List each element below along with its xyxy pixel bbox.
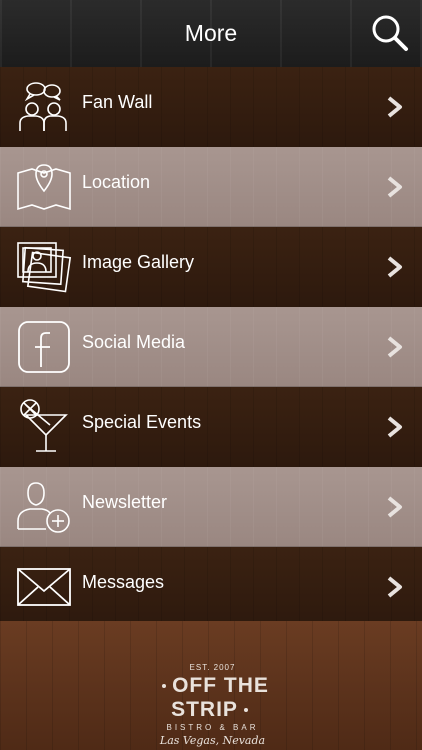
page-title: More bbox=[184, 20, 238, 46]
menu-item-label: Image Gallery bbox=[82, 252, 195, 272]
search-icon bbox=[372, 15, 408, 51]
menu-item-label: Messages bbox=[82, 572, 165, 592]
logo-est: EST. 2007 bbox=[189, 663, 236, 672]
menu-list: Fan Wall Location Image Gallery Social M… bbox=[0, 67, 422, 627]
menu-item-label: Social Media bbox=[82, 332, 186, 352]
menu-item-location[interactable]: Location bbox=[0, 147, 422, 227]
map-pin-icon bbox=[17, 164, 71, 211]
logo-city: Las Vegas, Nevada bbox=[159, 734, 266, 747]
menu-item-fan-wall[interactable]: Fan Wall bbox=[0, 67, 422, 147]
chevron-right-icon bbox=[387, 336, 402, 358]
users-chat-icon bbox=[19, 82, 67, 131]
menu-item-newsletter[interactable]: Newsletter bbox=[0, 467, 422, 547]
facebook-icon bbox=[18, 321, 70, 373]
chevron-right-icon bbox=[387, 176, 402, 198]
chevron-right-icon bbox=[387, 96, 402, 118]
app: More Fan Wall Location Image Gallery Soc… bbox=[0, 0, 422, 750]
menu-item-label: Fan Wall bbox=[82, 92, 153, 112]
cocktail-icon bbox=[20, 399, 68, 452]
chevron-right-icon bbox=[387, 256, 402, 278]
envelope-icon bbox=[17, 568, 71, 606]
chevron-right-icon bbox=[387, 496, 402, 518]
menu-item-label: Location bbox=[82, 172, 151, 192]
menu-item-social-media[interactable]: Social Media bbox=[0, 307, 422, 387]
menu-item-label: Special Events bbox=[82, 412, 202, 432]
menu-item-messages[interactable]: Messages bbox=[0, 547, 422, 627]
chevron-right-icon bbox=[387, 416, 402, 438]
chevron-right-icon bbox=[387, 576, 402, 598]
menu-item-label: Newsletter bbox=[82, 492, 168, 512]
add-user-icon bbox=[17, 482, 70, 533]
logo-name-text: OFF THE STRIP bbox=[171, 674, 269, 721]
logo-sub: BISTRO & BAR bbox=[166, 723, 259, 732]
search-button[interactable] bbox=[370, 13, 410, 53]
menu-item-special-events[interactable]: Special Events bbox=[0, 387, 422, 467]
photo-stack-icon bbox=[17, 242, 72, 293]
menu-item-image-gallery[interactable]: Image Gallery bbox=[0, 227, 422, 307]
footer: EST. 2007 OFF THE STRIP BISTRO & BAR Las… bbox=[0, 621, 422, 750]
brand-logo: EST. 2007 OFF THE STRIP BISTRO & BAR Las… bbox=[120, 663, 305, 747]
logo-name: OFF THE STRIP bbox=[120, 674, 305, 722]
header: More bbox=[0, 0, 422, 68]
